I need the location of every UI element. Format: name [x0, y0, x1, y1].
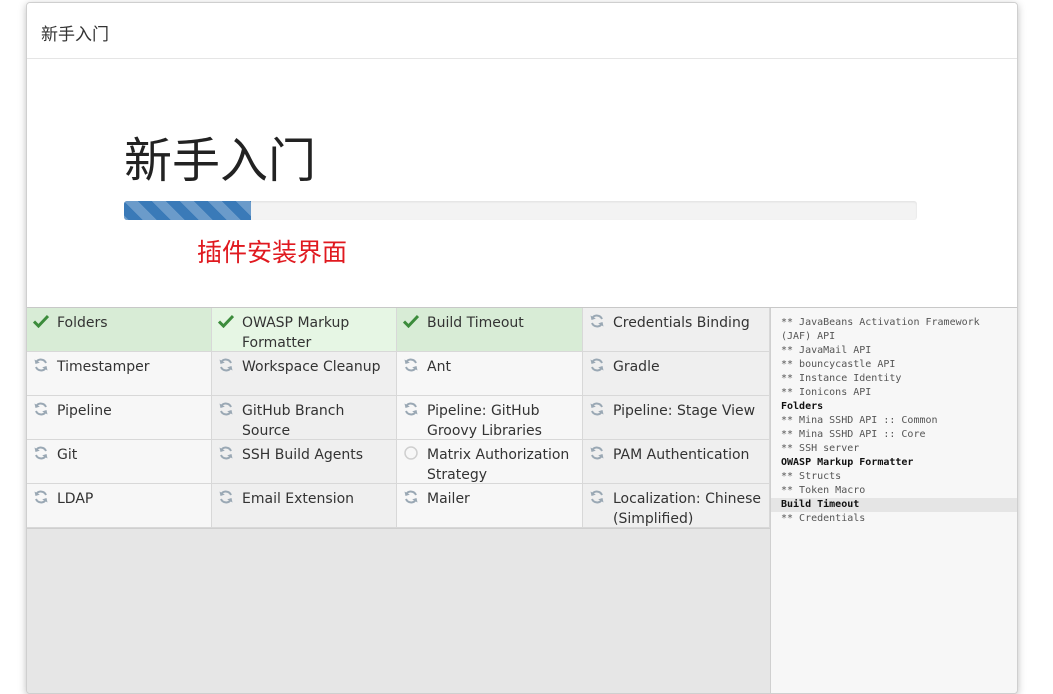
plugin-list-panel: Folders OWASP Markup Formatter Build Timeo…: [27, 308, 770, 693]
refresh-icon: [218, 445, 234, 461]
plugin-item: Mailer: [397, 484, 583, 528]
log-line: ** Credentials: [781, 513, 866, 524]
plugin-item: Timestamper: [27, 352, 212, 396]
log-line: ** JavaMail API: [781, 345, 872, 356]
refresh-icon: [33, 445, 49, 461]
dialog-header: 新手入门: [27, 3, 1017, 59]
plugin-name: Pipeline: Stage View: [613, 403, 756, 419]
plugin-name: OWASP Markup Formatter: [242, 315, 350, 351]
log-line: ** Mina SSHD API :: Core: [781, 429, 926, 440]
plugin-item: LDAP: [27, 484, 212, 528]
plugin-name: Email Extension: [242, 491, 355, 507]
log-line: Build Timeout: [771, 498, 1017, 512]
log-line: ** bouncycastle API: [781, 359, 896, 370]
install-log[interactable]: ** JavaBeans Activation Framework (JAF) …: [770, 308, 1017, 693]
plugin-item: Credentials Binding: [583, 308, 770, 352]
refresh-icon: [33, 401, 49, 417]
plugin-name: Localization: Chinese (Simplified): [613, 491, 762, 527]
check-icon: [403, 313, 419, 329]
jumbotron: 新手入门 插件安装界面: [27, 59, 1017, 308]
plugin-item: Pipeline: GitHub Groovy Libraries: [397, 396, 583, 440]
plugin-item: Pipeline: [27, 396, 212, 440]
refresh-icon: [33, 489, 49, 505]
log-line: ** SSH server: [781, 443, 860, 454]
refresh-icon: [589, 313, 605, 329]
refresh-icon: [33, 357, 49, 373]
plugin-item: Git: [27, 440, 212, 484]
refresh-icon: [403, 357, 419, 373]
page-title: 新手入门: [124, 133, 317, 189]
log-line: ** JavaBeans Activation Framework (JAF) …: [781, 317, 980, 342]
plugin-grid: Folders OWASP Markup Formatter Build Timeo…: [27, 308, 770, 529]
plugin-name: Folders: [57, 315, 108, 331]
plugin-item: PAM Authentication: [583, 440, 770, 484]
install-progress-bar: [124, 201, 917, 220]
refresh-icon: [218, 489, 234, 505]
refresh-icon: [218, 401, 234, 417]
refresh-icon: [589, 489, 605, 505]
check-icon: [33, 313, 49, 329]
plugin-name: Gradle: [613, 359, 660, 375]
plugin-item: Pipeline: Stage View: [583, 396, 770, 440]
check-icon: [218, 313, 234, 329]
log-line: ** Mina SSHD API :: Common: [781, 415, 938, 426]
log-line: Folders: [781, 401, 824, 412]
log-line: ** Ionicons API: [781, 387, 872, 398]
plugin-name: Workspace Cleanup: [242, 359, 381, 375]
plugin-name: Build Timeout: [427, 315, 524, 331]
plugin-item: GitHub Branch Source: [212, 396, 397, 440]
annotation-text: 插件安装界面: [197, 238, 348, 267]
plugin-item: Gradle: [583, 352, 770, 396]
plugin-item: OWASP Markup Formatter: [212, 308, 397, 352]
dialog-title: 新手入门: [41, 25, 109, 45]
plugin-name: GitHub Branch Source: [242, 403, 345, 439]
plugin-item: Localization: Chinese (Simplified): [583, 484, 770, 528]
plugin-item: Email Extension: [212, 484, 397, 528]
refresh-icon: [589, 445, 605, 461]
plugin-item: Folders: [27, 308, 212, 352]
refresh-icon: [403, 489, 419, 505]
log-line: OWASP Markup Formatter: [781, 457, 914, 468]
plugin-item: Workspace Cleanup: [212, 352, 397, 396]
plugin-item: SSH Build Agents: [212, 440, 397, 484]
log-line: ** Instance Identity: [781, 373, 902, 384]
refresh-icon: [218, 357, 234, 373]
circle-icon: [403, 445, 419, 461]
plugin-name: Mailer: [427, 491, 470, 507]
plugin-item: Build Timeout: [397, 308, 583, 352]
setup-wizard-dialog: 新手入门 新手入门 插件安装界面 Folders OWASP Markup For…: [26, 2, 1018, 694]
install-progress-fill: [124, 201, 251, 220]
plugin-name: LDAP: [57, 491, 94, 507]
plugin-item: Matrix Authorization Strategy: [397, 440, 583, 484]
refresh-icon: [589, 357, 605, 373]
log-line: ** Structs: [781, 471, 842, 482]
plugin-name: Matrix Authorization Strategy: [427, 447, 570, 483]
plugin-name: Credentials Binding: [613, 315, 750, 331]
plugin-name: SSH Build Agents: [242, 447, 364, 463]
plugin-item: Ant: [397, 352, 583, 396]
log-line: ** Token Macro: [781, 485, 866, 496]
plugin-name: Pipeline: [57, 403, 112, 419]
refresh-icon: [403, 401, 419, 417]
refresh-icon: [589, 401, 605, 417]
plugin-name: Git: [57, 447, 78, 463]
plugin-name: Timestamper: [57, 359, 150, 375]
plugin-name: Pipeline: GitHub Groovy Libraries: [427, 403, 542, 439]
plugin-name: Ant: [427, 359, 451, 375]
plugin-name: PAM Authentication: [613, 447, 750, 463]
